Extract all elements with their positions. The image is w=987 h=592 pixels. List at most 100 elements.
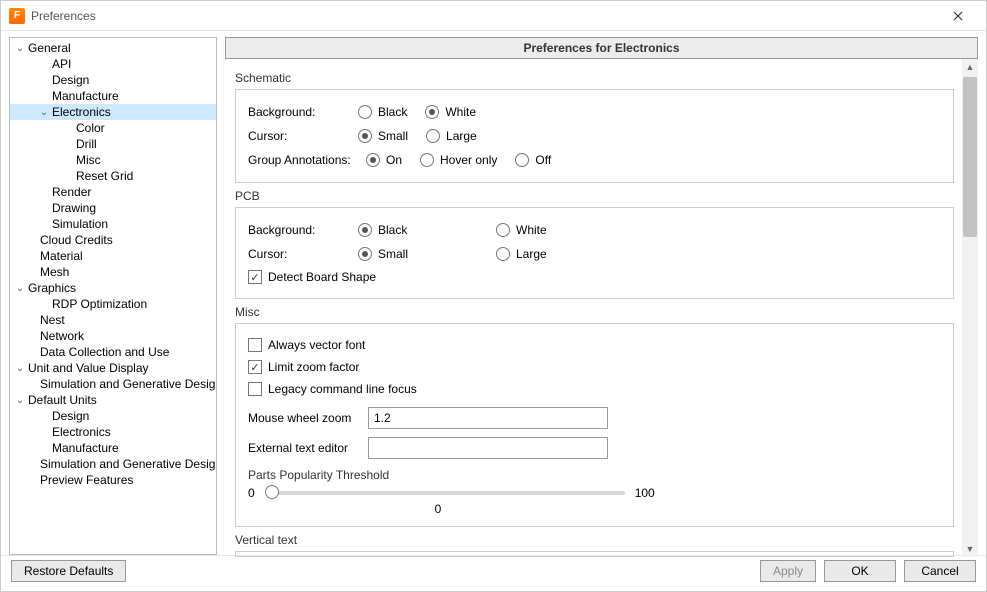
pcb-bg-black[interactable]: Black	[358, 223, 478, 237]
pcb-detect-board-check[interactable]: Detect Board Shape	[248, 266, 941, 288]
tree-item[interactable]: Nest	[10, 312, 216, 328]
slider-max: 100	[635, 486, 655, 500]
parts-pop-label: Parts Popularity Threshold	[248, 468, 941, 482]
tree-item[interactable]: RDP Optimization	[10, 296, 216, 312]
tree-item[interactable]: ⌄Default Units	[10, 392, 216, 408]
mouse-wheel-input[interactable]	[368, 407, 608, 429]
tree-item-label: Simulation	[50, 217, 108, 231]
schematic-groupann-label: Group Annotations:	[248, 153, 366, 167]
tree-item[interactable]: Misc	[10, 152, 216, 168]
tree-item-label: Design	[50, 73, 89, 87]
tree-item-label: Drawing	[50, 201, 96, 215]
tree-item[interactable]: Cloud Credits	[10, 232, 216, 248]
apply-button[interactable]: Apply	[760, 560, 816, 582]
chevron-down-icon[interactable]: ⌄	[14, 43, 26, 54]
tree-item[interactable]: Design	[10, 72, 216, 88]
external-editor-input[interactable]	[368, 437, 608, 459]
tree-item[interactable]: Simulation and Generative Design	[10, 456, 216, 472]
group-title-vertical: Vertical text	[235, 533, 954, 547]
schematic-cursor-label: Cursor:	[248, 129, 358, 143]
pcb-bg-white[interactable]: White	[496, 223, 547, 237]
chevron-down-icon[interactable]: ⌄	[38, 107, 50, 118]
schematic-cursor-small[interactable]: Small	[358, 129, 408, 143]
parts-pop-slider[interactable]	[265, 491, 625, 495]
tree-item[interactable]: Manufacture	[10, 440, 216, 456]
tree-item[interactable]: Design	[10, 408, 216, 424]
dialog-footer: Restore Defaults Apply OK Cancel	[1, 555, 986, 585]
slider-thumb[interactable]	[265, 485, 279, 499]
misc-legacy-cmd-check[interactable]: Legacy command line focus	[248, 378, 941, 400]
misc-always-vector-check[interactable]: Always vector font	[248, 334, 941, 356]
form-area: Schematic Background: Black White Cursor…	[225, 59, 962, 557]
app-icon: F	[9, 8, 25, 24]
chevron-down-icon[interactable]: ⌄	[14, 395, 26, 406]
tree-item[interactable]: ⌄Unit and Value Display	[10, 360, 216, 376]
tree-item[interactable]: Simulation and Generative Design	[10, 376, 216, 392]
tree-item[interactable]: Data Collection and Use	[10, 344, 216, 360]
tree-item-label: Electronics	[50, 105, 111, 119]
tree-item-label: Unit and Value Display	[26, 361, 149, 375]
vertical-scrollbar[interactable]: ▲ ▼	[962, 59, 978, 557]
tree-item[interactable]: Drawing	[10, 200, 216, 216]
schematic-groupann-hover[interactable]: Hover only	[420, 153, 497, 167]
tree-item-label: Design	[50, 409, 89, 423]
tree-item[interactable]: Preview Features	[10, 472, 216, 488]
group-title-pcb: PCB	[235, 189, 954, 203]
tree-item-label: Drill	[74, 137, 97, 151]
mouse-wheel-label: Mouse wheel zoom	[248, 411, 368, 425]
restore-defaults-button[interactable]: Restore Defaults	[11, 560, 126, 582]
tree-item-label: Electronics	[50, 425, 111, 439]
schematic-cursor-large[interactable]: Large	[426, 129, 477, 143]
ok-button[interactable]: OK	[824, 560, 896, 582]
tree-item-label: Preview Features	[38, 473, 133, 487]
tree-item-label: RDP Optimization	[50, 297, 147, 311]
cancel-button[interactable]: Cancel	[904, 560, 976, 582]
tree-item[interactable]: Simulation	[10, 216, 216, 232]
schematic-bg-white[interactable]: White	[425, 105, 476, 119]
right-pane: Preferences for Electronics Schematic Ba…	[225, 37, 978, 555]
tree-item-label: Misc	[74, 153, 101, 167]
nav-tree[interactable]: ⌄GeneralAPIDesignManufacture⌄Electronics…	[9, 37, 217, 555]
scroll-up-icon[interactable]: ▲	[962, 59, 978, 75]
tree-item[interactable]: Network	[10, 328, 216, 344]
tree-item-label: Default Units	[26, 393, 97, 407]
chevron-down-icon[interactable]: ⌄	[14, 283, 26, 294]
tree-item-label: Material	[38, 249, 83, 263]
scroll-down-icon[interactable]: ▼	[962, 541, 978, 557]
schematic-bg-black[interactable]: Black	[358, 105, 407, 119]
misc-limit-zoom-check[interactable]: Limit zoom factor	[248, 356, 941, 378]
tree-item-label: Data Collection and Use	[38, 345, 169, 359]
tree-item[interactable]: Render	[10, 184, 216, 200]
tree-item-label: General	[26, 41, 71, 55]
pcb-cursor-small[interactable]: Small	[358, 247, 478, 261]
tree-item[interactable]: API	[10, 56, 216, 72]
tree-item[interactable]: ⌄Graphics	[10, 280, 216, 296]
slider-min: 0	[248, 486, 255, 500]
group-misc: Always vector font Limit zoom factor Leg…	[235, 323, 954, 527]
tree-item[interactable]: ⌄Electronics	[10, 104, 216, 120]
tree-item[interactable]: Manufacture	[10, 88, 216, 104]
group-title-schematic: Schematic	[235, 71, 954, 85]
tree-item[interactable]: Mesh	[10, 264, 216, 280]
scroll-thumb[interactable]	[963, 77, 977, 237]
pcb-background-label: Background:	[248, 223, 358, 237]
tree-item[interactable]: Electronics	[10, 424, 216, 440]
tree-item-label: Nest	[38, 313, 65, 327]
page-header: Preferences for Electronics	[225, 37, 978, 59]
tree-item[interactable]: Color	[10, 120, 216, 136]
tree-item[interactable]: Material	[10, 248, 216, 264]
group-schematic: Background: Black White Cursor: Small La…	[235, 89, 954, 183]
tree-item[interactable]: Drill	[10, 136, 216, 152]
tree-item-label: Reset Grid	[74, 169, 133, 183]
schematic-groupann-off[interactable]: Off	[515, 153, 551, 167]
tree-item[interactable]: ⌄General	[10, 40, 216, 56]
close-button[interactable]	[938, 2, 978, 30]
chevron-down-icon[interactable]: ⌄	[14, 363, 26, 374]
tree-item[interactable]: Reset Grid	[10, 168, 216, 184]
slider-value: 0	[248, 502, 628, 516]
pcb-cursor-large[interactable]: Large	[496, 247, 547, 261]
schematic-groupann-on[interactable]: On	[366, 153, 402, 167]
tree-item-label: Color	[74, 121, 105, 135]
window-title: Preferences	[31, 9, 938, 23]
tree-item-label: Render	[50, 185, 91, 199]
